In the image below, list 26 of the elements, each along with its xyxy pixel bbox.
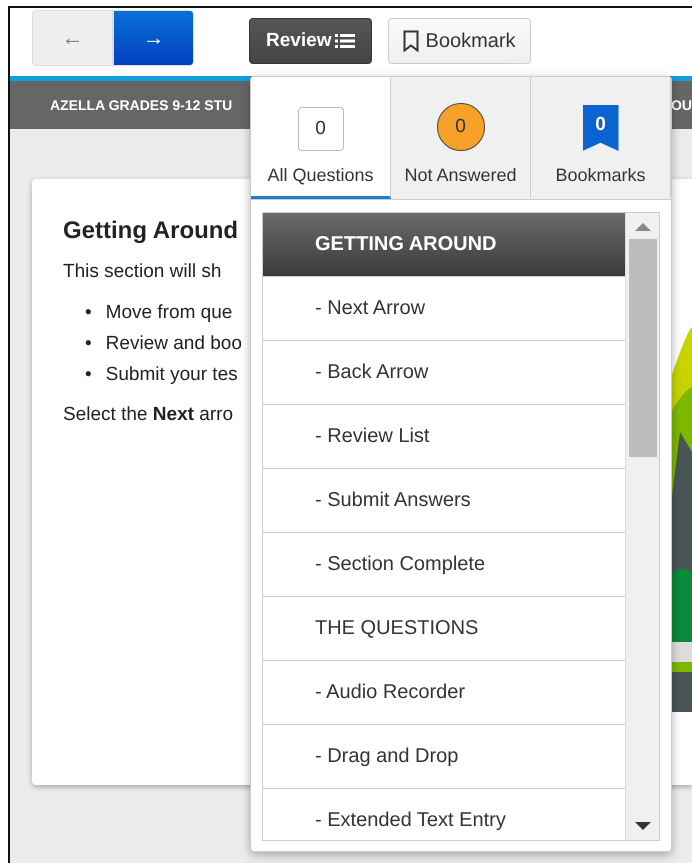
section-title: Getting Around [63,217,240,245]
bullet-text: Submit your tes [106,363,238,387]
filter-tab[interactable]: 0 All Questions [251,77,391,199]
scroll-up-icon[interactable] [634,221,650,231]
count-badge: 0 [298,107,344,151]
bullet-text: Move from que [106,301,232,325]
list-icon [335,33,356,49]
count-badge: 0 [436,103,484,151]
review-button[interactable]: Review [249,18,372,64]
count-badge: 0 [582,105,618,151]
bullet-marker: • [85,332,92,356]
scrollbar[interactable] [625,213,659,840]
bullet-marker: • [85,363,92,387]
filter-tab[interactable]: 0 Bookmarks [531,77,671,199]
scroll-down-icon[interactable] [634,822,650,832]
section-item[interactable]: GETTING AROUND [263,213,625,277]
intro-text: This section will sh [63,261,222,283]
bullet-marker: • [85,301,92,325]
test-title: AZELLA GRADES 9-12 STU [50,97,232,113]
bullet-text: Review and boo [106,332,242,356]
instruction-text: Select the Next arro [63,404,234,426]
bookmark-icon [403,30,420,52]
header-text: OU [671,97,692,113]
filter-tab[interactable]: 0 Not Answered [391,77,531,199]
next-button[interactable]: → [113,10,194,66]
bookmark-button[interactable]: Bookmark [388,18,531,64]
